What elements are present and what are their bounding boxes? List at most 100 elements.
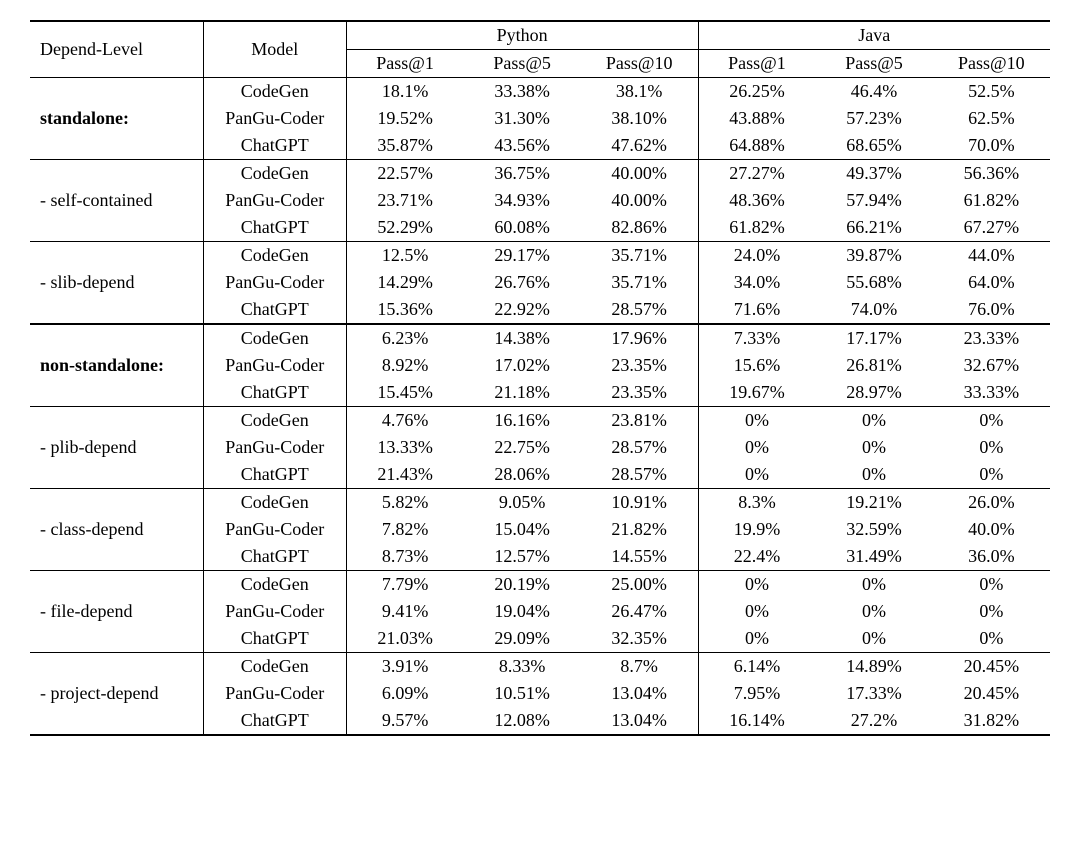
depend-level-label: - file-depend [30, 571, 203, 653]
py-pass5-cell: 33.38% [463, 78, 580, 106]
py-pass5-cell: 34.93% [463, 187, 580, 214]
jv-pass10-cell: 70.0% [933, 132, 1050, 160]
header-jv-pass10: Pass@10 [933, 50, 1050, 78]
jv-pass5-cell: 39.87% [815, 242, 932, 270]
jv-pass5-cell: 28.97% [815, 379, 932, 407]
jv-pass5-cell: 32.59% [815, 516, 932, 543]
model-cell: CodeGen [203, 242, 346, 270]
py-pass10-cell: 21.82% [581, 516, 698, 543]
model-cell: CodeGen [203, 653, 346, 681]
jv-pass5-cell: 19.21% [815, 489, 932, 517]
model-cell: ChatGPT [203, 296, 346, 324]
jv-pass10-cell: 40.0% [933, 516, 1050, 543]
py-pass1-cell: 7.82% [346, 516, 463, 543]
py-pass1-cell: 5.82% [346, 489, 463, 517]
py-pass5-cell: 10.51% [463, 680, 580, 707]
py-pass10-cell: 14.55% [581, 543, 698, 571]
py-pass10-cell: 28.57% [581, 434, 698, 461]
py-pass10-cell: 35.71% [581, 242, 698, 270]
jv-pass1-cell: 0% [698, 461, 815, 489]
table-row: non-standalone:CodeGen6.23%14.38%17.96%7… [30, 324, 1050, 352]
header-depend-level: Depend-Level [30, 21, 203, 78]
py-pass1-cell: 6.09% [346, 680, 463, 707]
model-cell: ChatGPT [203, 379, 346, 407]
py-pass1-cell: 9.57% [346, 707, 463, 735]
py-pass10-cell: 28.57% [581, 461, 698, 489]
table-row: - plib-dependCodeGen4.76%16.16%23.81%0%0… [30, 407, 1050, 435]
jv-pass10-cell: 44.0% [933, 242, 1050, 270]
py-pass10-cell: 38.10% [581, 105, 698, 132]
jv-pass10-cell: 23.33% [933, 324, 1050, 352]
jv-pass1-cell: 8.3% [698, 489, 815, 517]
jv-pass1-cell: 16.14% [698, 707, 815, 735]
jv-pass10-cell: 0% [933, 434, 1050, 461]
results-table: Depend-Level Model Python Java Pass@1 Pa… [30, 20, 1050, 736]
jv-pass1-cell: 34.0% [698, 269, 815, 296]
model-cell: CodeGen [203, 324, 346, 352]
jv-pass10-cell: 20.45% [933, 680, 1050, 707]
model-cell: CodeGen [203, 571, 346, 599]
jv-pass1-cell: 0% [698, 434, 815, 461]
py-pass1-cell: 7.79% [346, 571, 463, 599]
jv-pass10-cell: 62.5% [933, 105, 1050, 132]
header-python: Python [346, 21, 698, 50]
jv-pass10-cell: 0% [933, 571, 1050, 599]
py-pass10-cell: 13.04% [581, 707, 698, 735]
py-pass10-cell: 8.7% [581, 653, 698, 681]
table-row: - file-dependCodeGen7.79%20.19%25.00%0%0… [30, 571, 1050, 599]
table-row: standalone:CodeGen18.1%33.38%38.1%26.25%… [30, 78, 1050, 106]
jv-pass5-cell: 74.0% [815, 296, 932, 324]
jv-pass5-cell: 17.17% [815, 324, 932, 352]
header-py-pass5: Pass@5 [463, 50, 580, 78]
py-pass5-cell: 31.30% [463, 105, 580, 132]
depend-level-label: - slib-depend [30, 242, 203, 325]
header-jv-pass5: Pass@5 [815, 50, 932, 78]
model-cell: PanGu-Coder [203, 187, 346, 214]
jv-pass10-cell: 32.67% [933, 352, 1050, 379]
jv-pass1-cell: 19.9% [698, 516, 815, 543]
jv-pass10-cell: 0% [933, 407, 1050, 435]
jv-pass5-cell: 27.2% [815, 707, 932, 735]
model-cell: CodeGen [203, 78, 346, 106]
py-pass1-cell: 8.73% [346, 543, 463, 571]
py-pass1-cell: 12.5% [346, 242, 463, 270]
jv-pass1-cell: 26.25% [698, 78, 815, 106]
depend-level-label: standalone: [30, 78, 203, 160]
py-pass10-cell: 23.81% [581, 407, 698, 435]
py-pass10-cell: 40.00% [581, 187, 698, 214]
jv-pass1-cell: 0% [698, 598, 815, 625]
py-pass5-cell: 28.06% [463, 461, 580, 489]
model-cell: ChatGPT [203, 543, 346, 571]
jv-pass10-cell: 61.82% [933, 187, 1050, 214]
jv-pass1-cell: 64.88% [698, 132, 815, 160]
py-pass5-cell: 43.56% [463, 132, 580, 160]
model-cell: ChatGPT [203, 625, 346, 653]
jv-pass5-cell: 0% [815, 434, 932, 461]
jv-pass1-cell: 7.95% [698, 680, 815, 707]
py-pass5-cell: 29.17% [463, 242, 580, 270]
py-pass1-cell: 21.43% [346, 461, 463, 489]
model-cell: PanGu-Coder [203, 598, 346, 625]
jv-pass5-cell: 66.21% [815, 214, 932, 242]
py-pass10-cell: 40.00% [581, 160, 698, 188]
model-cell: PanGu-Coder [203, 434, 346, 461]
py-pass10-cell: 26.47% [581, 598, 698, 625]
jv-pass10-cell: 64.0% [933, 269, 1050, 296]
depend-level-label: - plib-depend [30, 407, 203, 489]
model-cell: PanGu-Coder [203, 105, 346, 132]
jv-pass5-cell: 57.94% [815, 187, 932, 214]
py-pass10-cell: 13.04% [581, 680, 698, 707]
jv-pass5-cell: 49.37% [815, 160, 932, 188]
py-pass1-cell: 23.71% [346, 187, 463, 214]
py-pass10-cell: 25.00% [581, 571, 698, 599]
jv-pass1-cell: 19.67% [698, 379, 815, 407]
model-cell: PanGu-Coder [203, 516, 346, 543]
table-row: - project-dependCodeGen3.91%8.33%8.7%6.1… [30, 653, 1050, 681]
py-pass10-cell: 35.71% [581, 269, 698, 296]
py-pass1-cell: 18.1% [346, 78, 463, 106]
jv-pass10-cell: 0% [933, 598, 1050, 625]
model-cell: ChatGPT [203, 461, 346, 489]
py-pass1-cell: 15.36% [346, 296, 463, 324]
jv-pass5-cell: 0% [815, 407, 932, 435]
py-pass1-cell: 4.76% [346, 407, 463, 435]
